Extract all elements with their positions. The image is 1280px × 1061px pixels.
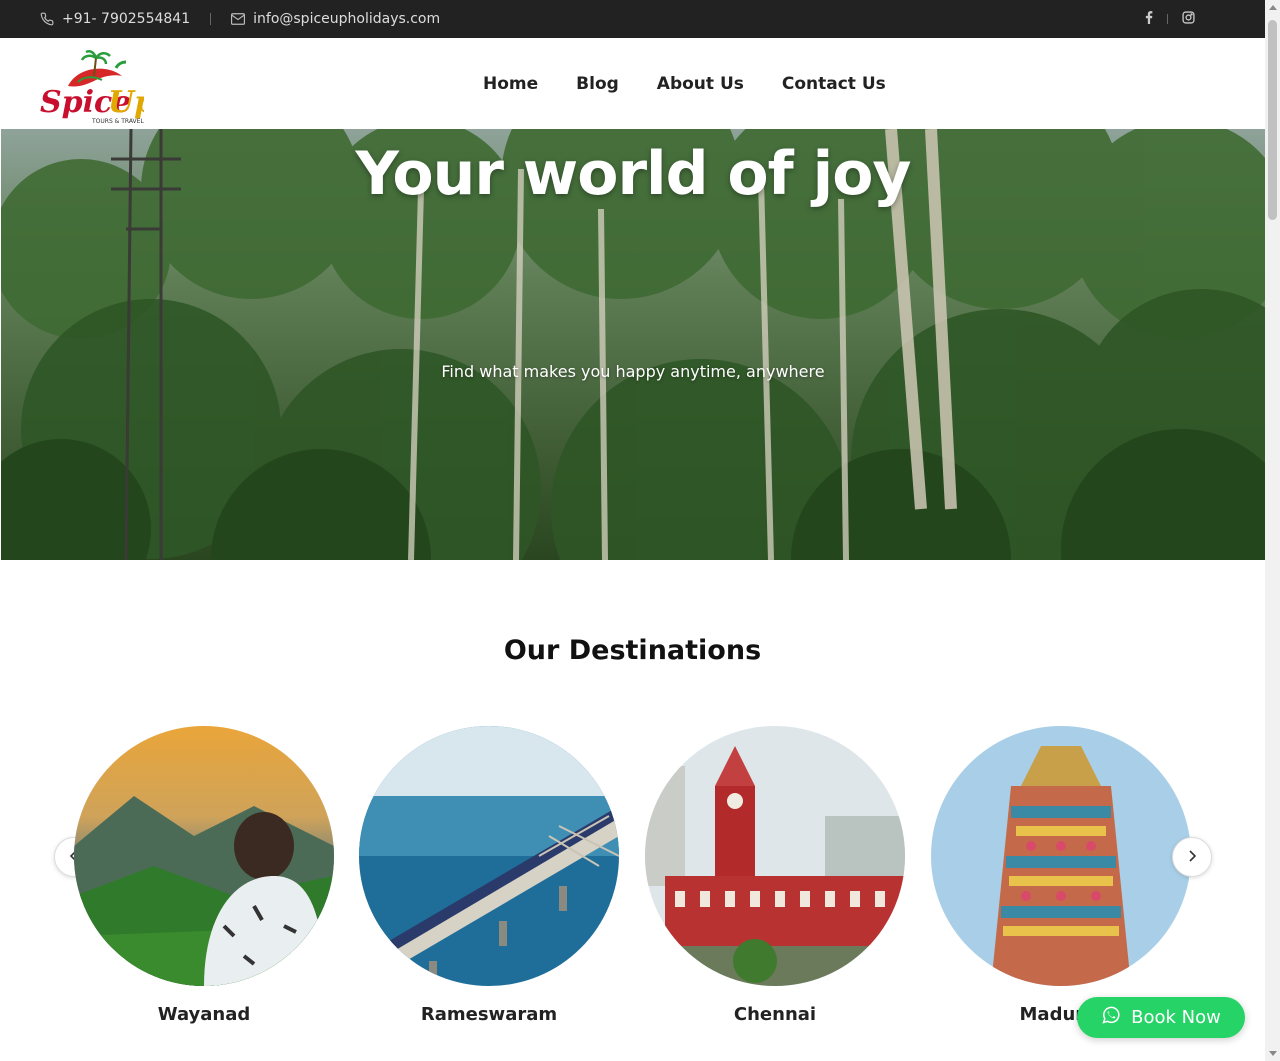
- envelope-icon: [231, 13, 246, 25]
- section-title: Our Destinations: [503, 635, 762, 666]
- hero-banner: Your world of joy Find what makes you ha…: [1, 129, 1265, 560]
- svg-text:TOURS & TRAVELS: TOURS & TRAVELS: [91, 118, 144, 124]
- top-bar: +91- 7902554841 info@spiceupholidays.com: [0, 0, 1265, 38]
- scroll-down-icon[interactable]: [1269, 1051, 1277, 1056]
- destination-name: Rameswaram: [420, 1004, 558, 1025]
- chevron-right-icon: [1187, 848, 1197, 867]
- divider: [210, 13, 212, 25]
- destination-card[interactable]: Chennai: [645, 726, 905, 1025]
- nav-contact-us[interactable]: Contact Us: [782, 74, 886, 94]
- destination-card[interactable]: Rameswaram: [359, 726, 619, 1025]
- chennai-image: [645, 726, 905, 986]
- wayanad-image: [74, 726, 334, 986]
- phone-number: +91- 7902554841: [62, 11, 191, 27]
- phone-icon: [40, 12, 54, 26]
- nav-about-us[interactable]: About Us: [657, 74, 744, 94]
- destination-name: Wayanad: [157, 1004, 251, 1025]
- book-now-label: Book Now: [1131, 1007, 1221, 1028]
- page-scrollbar[interactable]: [1265, 0, 1280, 1061]
- top-contact: +91- 7902554841 info@spiceupholidays.com: [40, 0, 440, 38]
- rameswaram-image: [359, 726, 619, 986]
- destination-card[interactable]: Madurai: [931, 726, 1191, 1025]
- social-links: [1145, 0, 1195, 38]
- site-header: Spice Up TOURS & TRAVELS Home Blog About…: [0, 38, 1265, 129]
- nav-blog[interactable]: Blog: [576, 74, 619, 94]
- phone-item[interactable]: +91- 7902554841: [40, 11, 190, 27]
- destination-card[interactable]: Wayanad: [74, 726, 334, 1025]
- instagram-icon[interactable]: [1182, 10, 1195, 28]
- hero-title: Your world of joy: [355, 139, 911, 209]
- facebook-icon[interactable]: [1145, 10, 1153, 28]
- nav-home[interactable]: Home: [483, 74, 538, 94]
- divider: [1167, 14, 1168, 24]
- spiceup-logo[interactable]: Spice Up TOURS & TRAVELS: [38, 46, 155, 125]
- scrollbar-thumb[interactable]: [1268, 20, 1277, 220]
- book-now-button[interactable]: Book Now: [1077, 997, 1245, 1038]
- destination-name: Chennai: [733, 1004, 817, 1025]
- main-nav: Home Blog About Us Contact Us: [483, 38, 886, 129]
- carousel-next-button[interactable]: [1172, 837, 1212, 877]
- scroll-up-icon[interactable]: [1269, 5, 1277, 10]
- hero-subtitle: Find what makes you happy anytime, anywh…: [441, 362, 825, 381]
- whatsapp-icon: [1101, 1005, 1121, 1030]
- email-address: info@spiceupholidays.com: [253, 11, 441, 27]
- svg-text:Up: Up: [108, 85, 144, 120]
- madurai-image: [931, 726, 1191, 986]
- email-item[interactable]: info@spiceupholidays.com: [231, 11, 440, 27]
